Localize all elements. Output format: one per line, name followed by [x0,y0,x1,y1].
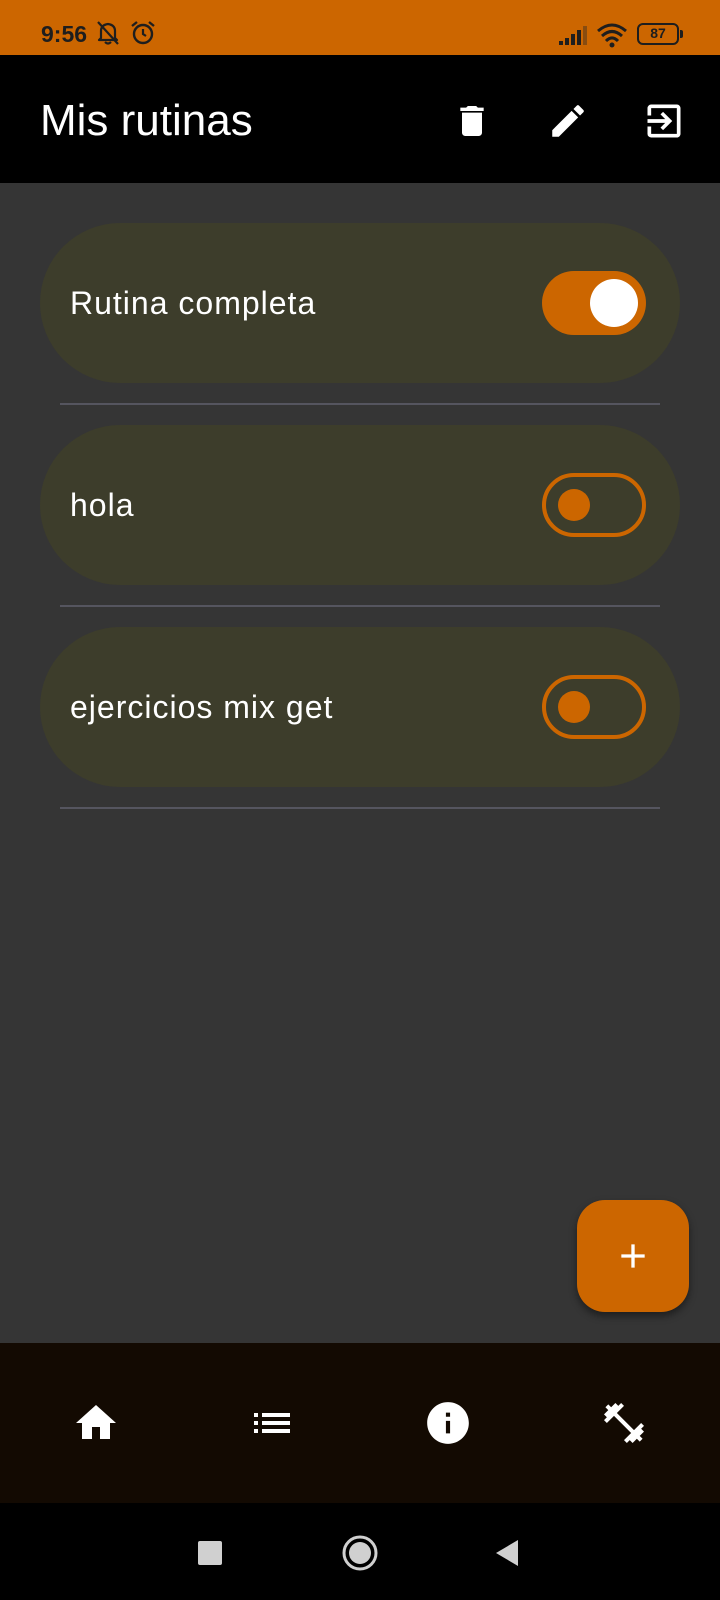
delete-button[interactable] [444,93,500,149]
recent-apps-button[interactable] [188,1531,232,1575]
nav-info[interactable] [420,1395,476,1451]
exit-icon [647,104,681,138]
routine-name: Rutina completa [70,285,317,321]
edit-button[interactable] [540,93,596,149]
back-icon [496,1540,518,1566]
home-circle-icon [342,1535,378,1571]
home-icon [76,1405,116,1439]
recent-apps-icon [198,1541,222,1565]
status-bar: 9:56 87 [0,0,720,55]
app-bar: Mis rutinas [0,55,720,183]
toggle-thumb [590,279,638,327]
back-button[interactable] [484,1531,528,1575]
routine-item[interactable]: Rutina completa [40,223,680,383]
alarm-icon [130,20,156,51]
page-title: Mis rutinas [40,96,253,145]
signal-icon [558,24,588,51]
notifications-off-icon [96,20,120,51]
info-icon [427,1402,469,1444]
system-navigation [0,1503,720,1600]
divider [60,807,660,809]
routine-name: hola [70,487,135,523]
routine-item[interactable]: hola [40,425,680,585]
divider [60,605,660,607]
add-icon [621,1244,645,1268]
battery-indicator: 87 [637,23,683,45]
edit-icon [552,105,584,137]
toggle-thumb [558,489,590,521]
nav-fitness[interactable] [596,1395,652,1451]
logout-button[interactable] [636,93,692,149]
delete-icon [460,106,484,136]
routine-name: ejercicios mix get [70,689,334,725]
divider [60,403,660,405]
system-home-button[interactable] [338,1531,382,1575]
fitness-icon [604,1403,644,1443]
status-time: 9:56 [41,21,88,47]
nav-home[interactable] [68,1395,124,1451]
wifi-icon [596,22,628,53]
routine-toggle[interactable] [542,675,646,739]
toggle-thumb [558,691,590,723]
add-routine-button[interactable] [577,1200,689,1312]
routine-toggle[interactable] [542,473,646,537]
routine-toggle[interactable] [542,271,646,335]
nav-list[interactable] [244,1395,300,1451]
routine-item[interactable]: ejercicios mix get [40,627,680,787]
bottom-navigation [0,1343,720,1503]
list-icon [254,1413,290,1433]
